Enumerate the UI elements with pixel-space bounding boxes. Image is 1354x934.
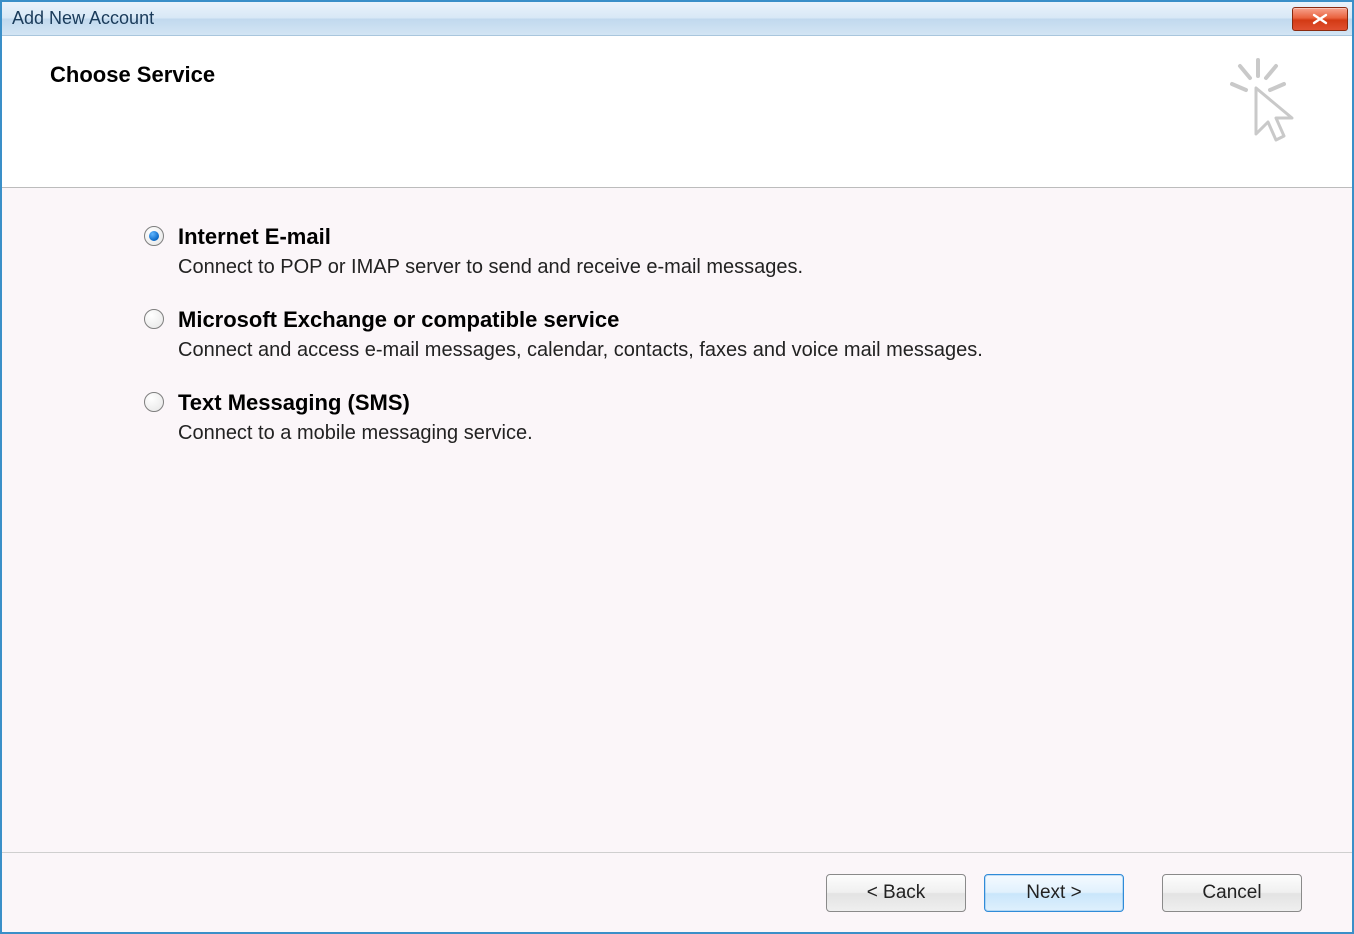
radio-internet-email[interactable] xyxy=(144,226,164,246)
option-title: Microsoft Exchange or compatible service xyxy=(178,307,983,333)
option-description: Connect and access e-mail messages, cale… xyxy=(178,339,983,362)
option-description: Connect to POP or IMAP server to send an… xyxy=(178,256,803,279)
dialog-window: Add New Account Choose Service xyxy=(0,0,1354,934)
cancel-button[interactable]: Cancel xyxy=(1162,874,1302,912)
option-internet-email[interactable]: Internet E-mail Connect to POP or IMAP s… xyxy=(144,224,1312,279)
close-icon xyxy=(1311,13,1329,25)
radio-exchange[interactable] xyxy=(144,309,164,329)
titlebar: Add New Account xyxy=(2,2,1352,36)
option-title: Text Messaging (SMS) xyxy=(178,390,533,416)
option-title: Internet E-mail xyxy=(178,224,803,250)
option-exchange[interactable]: Microsoft Exchange or compatible service… xyxy=(144,307,1312,362)
cursor-click-icon xyxy=(1222,56,1302,151)
window-title: Add New Account xyxy=(12,8,154,29)
wizard-footer: < Back Next > Cancel xyxy=(2,852,1352,932)
option-description: Connect to a mobile messaging service. xyxy=(178,422,533,445)
wizard-body: Internet E-mail Connect to POP or IMAP s… xyxy=(2,188,1352,852)
radio-sms[interactable] xyxy=(144,392,164,412)
page-title: Choose Service xyxy=(50,62,215,88)
option-text: Microsoft Exchange or compatible service… xyxy=(178,307,983,362)
back-button[interactable]: < Back xyxy=(826,874,966,912)
close-button[interactable] xyxy=(1292,7,1348,31)
next-button[interactable]: Next > xyxy=(984,874,1124,912)
option-text: Internet E-mail Connect to POP or IMAP s… xyxy=(178,224,803,279)
wizard-header: Choose Service xyxy=(2,36,1352,188)
option-text: Text Messaging (SMS) Connect to a mobile… xyxy=(178,390,533,445)
option-sms[interactable]: Text Messaging (SMS) Connect to a mobile… xyxy=(144,390,1312,445)
